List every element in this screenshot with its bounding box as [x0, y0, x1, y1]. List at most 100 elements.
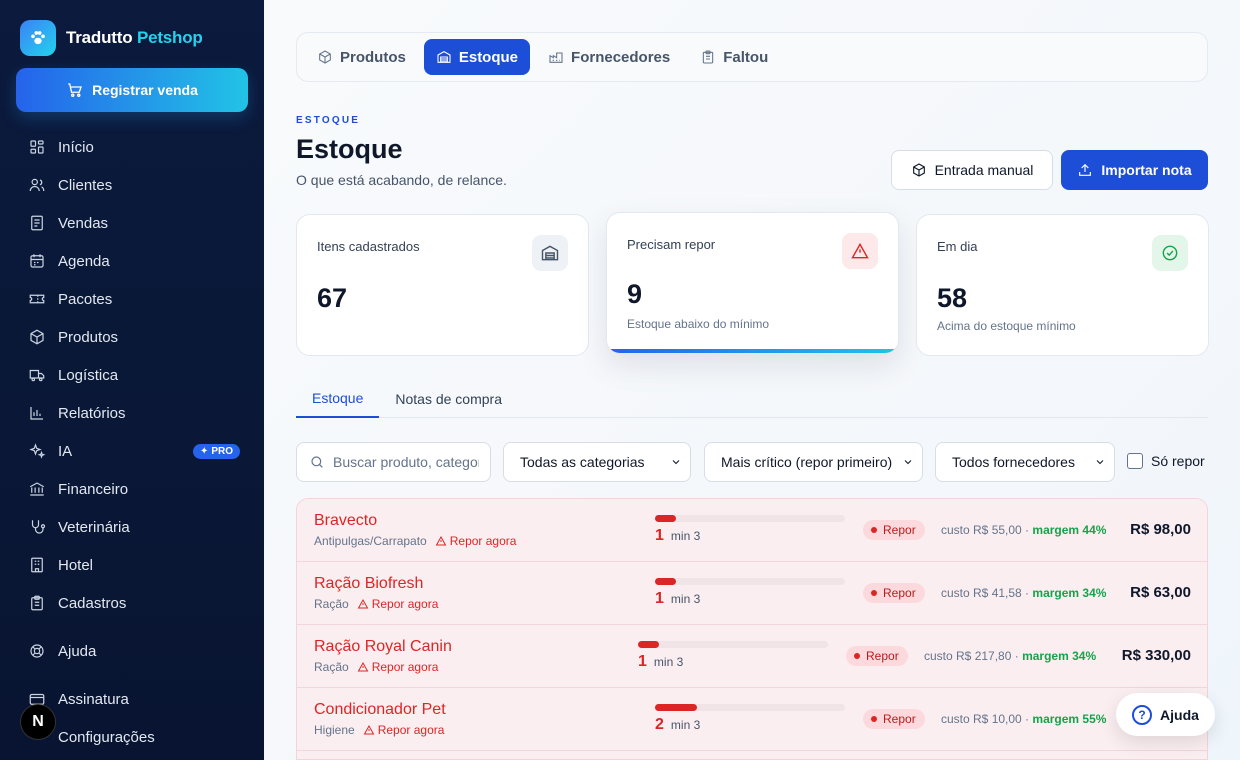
sidebar-item-produtos[interactable]: Produtos	[28, 318, 240, 356]
cost-margin: custo R$ 217,80 · margem 34%	[924, 649, 1097, 663]
stock-bar	[638, 641, 828, 648]
status-badge: Repor	[863, 709, 925, 729]
tab-purchase-notes[interactable]: Notas de compra	[379, 380, 518, 418]
stock-bar	[655, 578, 845, 585]
cost-margin: custo R$ 10,00 · margem 55%	[941, 712, 1107, 726]
product-name[interactable]: Condicionador Pet	[314, 701, 446, 719]
sidebar-item-pacotes[interactable]: Pacotes	[28, 280, 240, 318]
product-name[interactable]: Bravecto	[314, 512, 377, 530]
register-sale-button[interactable]: Registrar venda	[16, 68, 248, 112]
sidebar-item-ajuda[interactable]: Ajuda	[28, 632, 240, 670]
stock-bar-fill	[655, 515, 676, 522]
search-input[interactable]	[333, 454, 479, 470]
product-category: Higiene	[314, 723, 355, 737]
help-button[interactable]: ? Ajuda	[1116, 693, 1215, 736]
stock-min: min 3	[653, 655, 684, 669]
product-name[interactable]: Ração Biofresh	[314, 575, 423, 593]
sidebar-item-relatorios[interactable]: Relatórios	[28, 394, 240, 432]
checkbox[interactable]	[1127, 453, 1143, 469]
tab-produtos[interactable]: Produtos	[305, 39, 418, 75]
status-badge: Repor	[863, 520, 925, 540]
brand-name: Tradutto Petshop	[66, 28, 203, 47]
stock-bar-fill	[638, 641, 659, 648]
main-content: Produtos Estoque Fornecedores Faltou EST…	[264, 0, 1240, 760]
alert-triangle-icon	[435, 535, 447, 546]
cost-margin: custo R$ 55,00 · margem 44%	[941, 523, 1107, 537]
stock-bar-fill	[655, 704, 697, 711]
help-icon: ?	[1132, 704, 1153, 725]
package-icon	[30, 329, 44, 345]
sort-select[interactable]: Mais crítico (repor primeiro)	[704, 442, 923, 482]
warehouse-icon	[437, 51, 451, 63]
list-item[interactable]: Bravecto Antipulgas/Carrapato Repor agor…	[297, 499, 1207, 562]
import-invoice-button[interactable]: Importar nota	[1061, 150, 1208, 190]
stock-min: min 3	[670, 718, 701, 732]
only-restock-checkbox[interactable]: Só repor	[1127, 453, 1205, 469]
paw-icon	[20, 20, 56, 56]
product-price: R$ 63,00	[1130, 584, 1191, 601]
sidebar-item-cadastros[interactable]: Cadastros	[28, 584, 240, 622]
factory-icon	[549, 52, 563, 63]
pro-badge: ✦ PRO	[192, 443, 240, 459]
tab-fornecedores[interactable]: Fornecedores	[536, 39, 682, 75]
sidebar-nav: Início Clientes Vendas Agenda Pacotes Pr…	[28, 128, 240, 756]
package-plus-icon	[912, 163, 925, 177]
category-select[interactable]: Todas as categorias	[503, 442, 691, 482]
sidebar-item-clientes[interactable]: Clientes	[28, 166, 240, 204]
clipboard-icon	[31, 595, 43, 611]
list-item[interactable]: Ração Biofresh Ração Repor agora 1 min 3 …	[297, 562, 1207, 625]
chevron-down-icon	[672, 460, 680, 465]
bar-chart-icon	[30, 407, 43, 420]
list-item[interactable]: Ração Royal Canin Ração Repor agora 1 min…	[297, 625, 1207, 688]
stat-card-restock: Precisam repor 9 Estoque abaixo do mínim…	[606, 212, 899, 354]
product-category: Antipulgas/Carrapato	[314, 534, 427, 548]
sidebar-item-agenda[interactable]: Agenda	[28, 242, 240, 280]
status-badge: Repor	[863, 583, 925, 603]
building-icon	[31, 557, 43, 573]
sidebar-item-assinatura[interactable]: Assinatura	[28, 680, 240, 718]
tab-estoque[interactable]: Estoque	[423, 39, 531, 75]
brand[interactable]: Tradutto Petshop	[20, 20, 203, 56]
stat-card-ok: Em dia 58 Acima do estoque mínimo	[916, 214, 1209, 356]
stock-bar	[655, 515, 845, 522]
grid-icon	[30, 140, 44, 154]
ticket-icon	[29, 294, 45, 304]
sidebar-item-hotel[interactable]: Hotel	[28, 546, 240, 584]
stock-bar-fill	[655, 578, 676, 585]
stock-level: 1 min 3	[655, 578, 845, 608]
chevron-down-icon	[1096, 460, 1104, 465]
upload-icon	[1079, 163, 1092, 176]
sidebar: Tradutto Petshop Registrar venda Início …	[0, 0, 264, 760]
sidebar-item-ia[interactable]: IA ✦ PRO	[28, 432, 240, 470]
check-circle-icon	[1152, 235, 1188, 271]
sparkles-icon	[29, 443, 46, 459]
content-tabs: Estoque Notas de compra	[296, 380, 1208, 418]
manual-entry-button[interactable]: Entrada manual	[891, 150, 1053, 190]
stock-qty: 2	[655, 716, 664, 733]
sidebar-item-logistica[interactable]: Logística	[28, 356, 240, 394]
sidebar-item-configuracoes[interactable]: Configurações	[28, 718, 240, 756]
list-item[interactable]: Condicionador Pet Higiene Repor agora 2m…	[297, 688, 1207, 751]
alert-triangle-icon	[357, 598, 369, 609]
tab-stock[interactable]: Estoque	[296, 380, 380, 418]
users-icon	[29, 178, 45, 192]
bank-icon	[29, 482, 45, 496]
avatar[interactable]: N	[20, 704, 56, 740]
sidebar-item-inicio[interactable]: Início	[28, 128, 240, 166]
cart-icon	[68, 83, 83, 97]
alert-triangle-icon	[357, 661, 369, 672]
alert-triangle-icon	[363, 724, 375, 735]
supplier-select[interactable]: Todos fornecedores	[935, 442, 1115, 482]
chevron-down-icon	[904, 460, 912, 465]
cost-margin: custo R$ 41,58 · margem 34%	[941, 586, 1107, 600]
sidebar-item-financeiro[interactable]: Financeiro	[28, 470, 240, 508]
clipboard-icon	[703, 50, 714, 64]
sidebar-item-vendas[interactable]: Vendas	[28, 204, 240, 242]
product-name[interactable]: Ração Royal Canin	[314, 638, 452, 656]
sidebar-item-veterinaria[interactable]: Veterinária	[28, 508, 240, 546]
page-subtitle: O que está acabando, de relance.	[296, 172, 507, 188]
product-category: Ração	[314, 597, 349, 611]
stock-level: 1 min 3	[638, 641, 828, 671]
tab-faltou[interactable]: Faltou	[688, 39, 780, 75]
calendar-icon	[30, 254, 44, 268]
